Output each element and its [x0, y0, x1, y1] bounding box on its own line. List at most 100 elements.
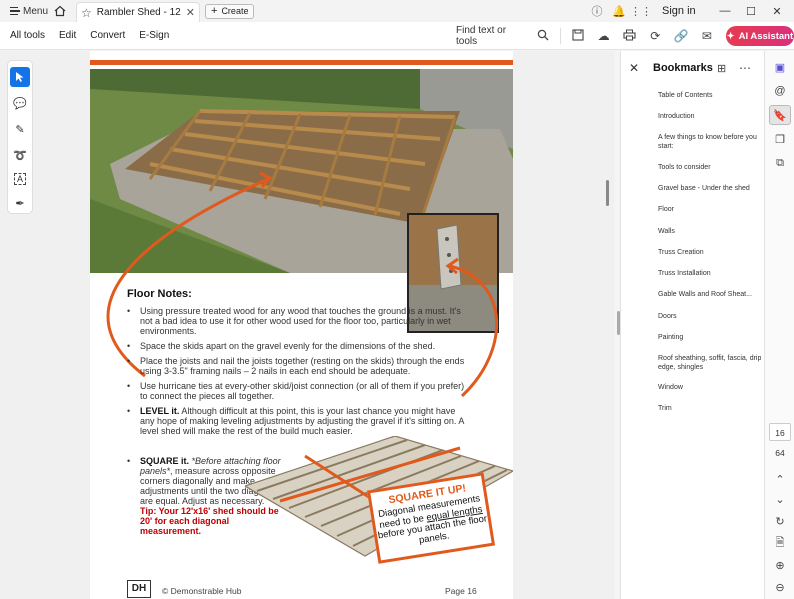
- generative-summary-button[interactable]: ▣: [769, 57, 791, 77]
- highlight-tool-button[interactable]: ✎: [10, 119, 30, 139]
- zoom-in-icon: ⊕: [775, 559, 785, 572]
- select-tool-button[interactable]: [10, 67, 30, 87]
- bookmark-item[interactable]: Trim: [658, 404, 762, 413]
- draw-tool-button[interactable]: ➰: [10, 145, 30, 165]
- bookmark-item[interactable]: Truss Creation: [658, 248, 762, 257]
- bookmark-item[interactable]: A few things to know before you start:: [658, 133, 762, 151]
- text-tool-button[interactable]: A: [10, 169, 30, 189]
- quick-tools-rail: 💬 ✎ ➰ A ✒: [7, 60, 33, 214]
- pen-icon: ✎: [15, 123, 25, 136]
- page-thumbnail-button[interactable]: 🗎: [769, 533, 791, 553]
- rotate-icon: ↻: [775, 515, 785, 528]
- upload-cloud-icon[interactable]: ☁: [591, 29, 617, 43]
- bookmarks-panel-button[interactable]: 🔖: [769, 105, 791, 125]
- menu-label: Menu: [22, 5, 48, 17]
- close-window-icon[interactable]: ✕: [764, 5, 790, 18]
- bookmark-item[interactable]: Roof sheathing, soffit, fascia, drip edg…: [658, 354, 762, 372]
- add-bookmark-icon[interactable]: ⊞: [717, 62, 733, 75]
- sign-in-button[interactable]: Sign in: [662, 5, 712, 17]
- close-tab-icon[interactable]: ✕: [186, 6, 195, 19]
- comment-tool-button[interactable]: 💬: [10, 93, 30, 113]
- previous-page-button[interactable]: ⌃: [769, 469, 791, 489]
- zoom-out-button[interactable]: ⊖: [769, 577, 791, 597]
- bookmark-item[interactable]: Gable Walls and Roof Sheat...: [658, 290, 762, 299]
- chevron-down-icon: ⌄: [775, 493, 785, 506]
- zoom-in-button[interactable]: ⊕: [769, 555, 791, 575]
- document-scrollbar[interactable]: [606, 180, 609, 206]
- share-icon[interactable]: ⟳: [642, 29, 668, 43]
- toolbar-divider: [559, 28, 561, 44]
- find-text-button[interactable]: Find text or tools: [456, 25, 524, 47]
- comments-panel-button[interactable]: @: [769, 81, 791, 101]
- star-icon[interactable]: ☆: [81, 6, 92, 20]
- next-page-button[interactable]: ⌄: [769, 489, 791, 509]
- document-icon: 🗎: [775, 536, 785, 549]
- home-button[interactable]: [48, 0, 72, 22]
- create-button[interactable]: + Create: [205, 3, 255, 19]
- menu-convert[interactable]: Convert: [90, 30, 125, 41]
- right-rail: ▣ @ 🔖 ❐ ⧉ 16 64 ⌃ ⌄ ↻ 🗎 ⊕ ⊖: [764, 51, 794, 599]
- create-label: Create: [221, 6, 249, 16]
- email-icon[interactable]: ✉: [694, 29, 720, 43]
- ai-assistant-label: AI Assistant: [738, 30, 794, 42]
- at-sign-icon: @: [774, 85, 786, 97]
- bookmark-item[interactable]: Introduction: [658, 112, 762, 121]
- document-tab[interactable]: ☆ Rambler Shed - 12x16 - ... ✕: [76, 2, 200, 22]
- level-heading: LEVEL it.: [140, 406, 180, 416]
- list-item: Using pressure treated wood for any wood…: [127, 306, 472, 336]
- maximize-icon[interactable]: ☐: [738, 5, 764, 18]
- level-text: Although difficult at this point, this i…: [140, 406, 464, 436]
- sparkle-icon: ✦: [726, 30, 735, 42]
- organize-panel-button[interactable]: ⧉: [769, 153, 791, 173]
- footer-copyright: © Demonstrable Hub: [162, 586, 242, 596]
- hamburger-icon: [10, 7, 20, 15]
- floor-notes-list: Using pressure treated wood for any wood…: [127, 306, 472, 441]
- square-heading: SQUARE it.: [140, 456, 190, 466]
- minimize-icon[interactable]: —: [712, 5, 738, 17]
- copy-pages-icon: ❐: [775, 133, 785, 146]
- chevron-up-icon: ⌃: [775, 473, 785, 486]
- bookmark-item[interactable]: Tools to consider: [658, 163, 762, 172]
- link-icon[interactable]: 🔗: [668, 29, 694, 43]
- help-icon[interactable]: ⓘ: [586, 3, 608, 19]
- sparkle-doc-icon: ▣: [774, 61, 786, 74]
- signature-icon: ✒: [15, 197, 25, 210]
- bookmark-item[interactable]: Walls: [658, 227, 762, 236]
- bookmark-item[interactable]: Table of Contents: [658, 91, 762, 100]
- home-icon: [54, 5, 66, 17]
- ai-assistant-button[interactable]: ✦ AI Assistant: [725, 26, 794, 46]
- plus-icon: +: [211, 5, 218, 17]
- search-icon[interactable]: [530, 29, 556, 44]
- bookmark-item[interactable]: Window: [658, 383, 762, 392]
- page-count: 64: [775, 448, 785, 458]
- print-icon[interactable]: [617, 29, 643, 44]
- more-options-icon[interactable]: ⋯: [739, 61, 761, 75]
- layers-icon: ⧉: [776, 156, 784, 169]
- notifications-icon[interactable]: 🔔: [608, 5, 630, 18]
- menu-esign[interactable]: E-Sign: [139, 30, 169, 41]
- sign-tool-button[interactable]: ✒: [10, 193, 30, 213]
- page-number-field[interactable]: 16: [769, 423, 791, 441]
- footer-logo: DH: [127, 580, 151, 598]
- bookmarks-panel: ✕ Bookmarks ⊞ ⋯ Table of Contents Introd…: [620, 51, 764, 599]
- save-icon[interactable]: [565, 28, 591, 44]
- close-icon[interactable]: ✕: [629, 61, 647, 75]
- pages-panel-button[interactable]: ❐: [769, 129, 791, 149]
- menu-edit[interactable]: Edit: [59, 30, 76, 41]
- footer-page-number: Page 16: [445, 586, 477, 596]
- bookmark-item[interactable]: Gravel base - Under the shed: [658, 184, 762, 193]
- bookmark-item[interactable]: Floor: [658, 205, 762, 214]
- list-item: Space the skids apart on the gravel even…: [127, 341, 472, 351]
- apps-grid-icon[interactable]: ⋮⋮: [630, 5, 652, 18]
- bookmark-item[interactable]: Truss Installation: [658, 269, 762, 278]
- bookmark-item[interactable]: Painting: [658, 333, 762, 342]
- list-item: Use hurricane ties at every-other skid/j…: [127, 381, 472, 401]
- menu-button[interactable]: Menu: [0, 6, 48, 17]
- bookmark-item[interactable]: Doors: [658, 312, 762, 321]
- bookmark-icon: 🔖: [773, 109, 787, 122]
- rotate-button[interactable]: ↻: [769, 511, 791, 531]
- list-item: Place the joists and nail the joists tog…: [127, 356, 472, 376]
- menu-all-tools[interactable]: All tools: [10, 30, 45, 41]
- pdf-page: Floor Notes: Using pressure treated wood…: [90, 51, 513, 599]
- bookmarks-title: Bookmarks: [653, 62, 713, 74]
